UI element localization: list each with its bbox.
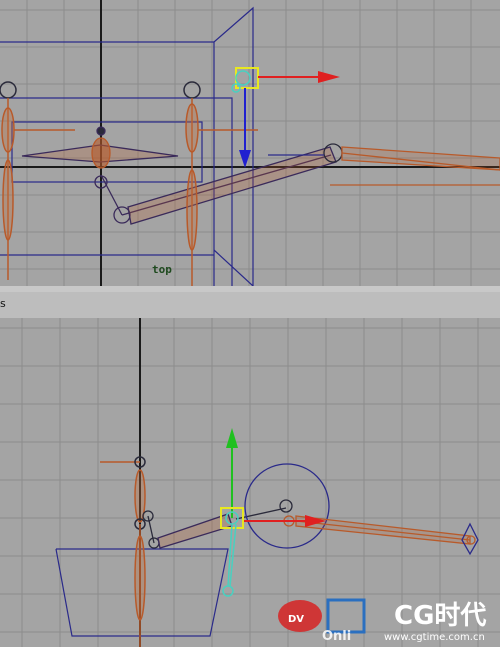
watermark-online-text: Onli xyxy=(322,629,351,644)
grid xyxy=(0,318,500,647)
arm-front[interactable] xyxy=(142,463,479,556)
skeleton-front[interactable] xyxy=(100,456,146,647)
watermark-logo-text: DV xyxy=(288,614,304,625)
watermark-url: www.cgtime.com.cn xyxy=(384,632,485,643)
box-wireframe[interactable] xyxy=(0,6,254,286)
camera-label-top: top xyxy=(152,263,172,276)
front-viewport-canvas[interactable]: DV Onli CG时代 www.cgtime.com.cn xyxy=(0,318,500,647)
front-viewport[interactable]: DV Onli CG时代 www.cgtime.com.cn xyxy=(0,318,500,647)
move-manipulator-front[interactable] xyxy=(220,428,326,597)
maya-viewport-layout: top s DV Onli CG时代 www.cgtime.com.cn xyxy=(0,0,500,647)
watermark-brand: CG时代 xyxy=(394,601,486,631)
panel-menu-label[interactable]: s xyxy=(0,297,6,310)
skeleton-center[interactable] xyxy=(21,126,337,225)
world-axes xyxy=(0,0,500,286)
panel-menu-bar[interactable]: s xyxy=(0,292,500,319)
watermark: DV Onli CG时代 www.cgtime.com.cn xyxy=(278,598,486,644)
top-viewport[interactable]: top xyxy=(0,0,500,286)
watermark-square-icon xyxy=(326,598,366,634)
top-viewport-canvas[interactable]: top xyxy=(0,0,500,286)
grid xyxy=(0,0,500,286)
